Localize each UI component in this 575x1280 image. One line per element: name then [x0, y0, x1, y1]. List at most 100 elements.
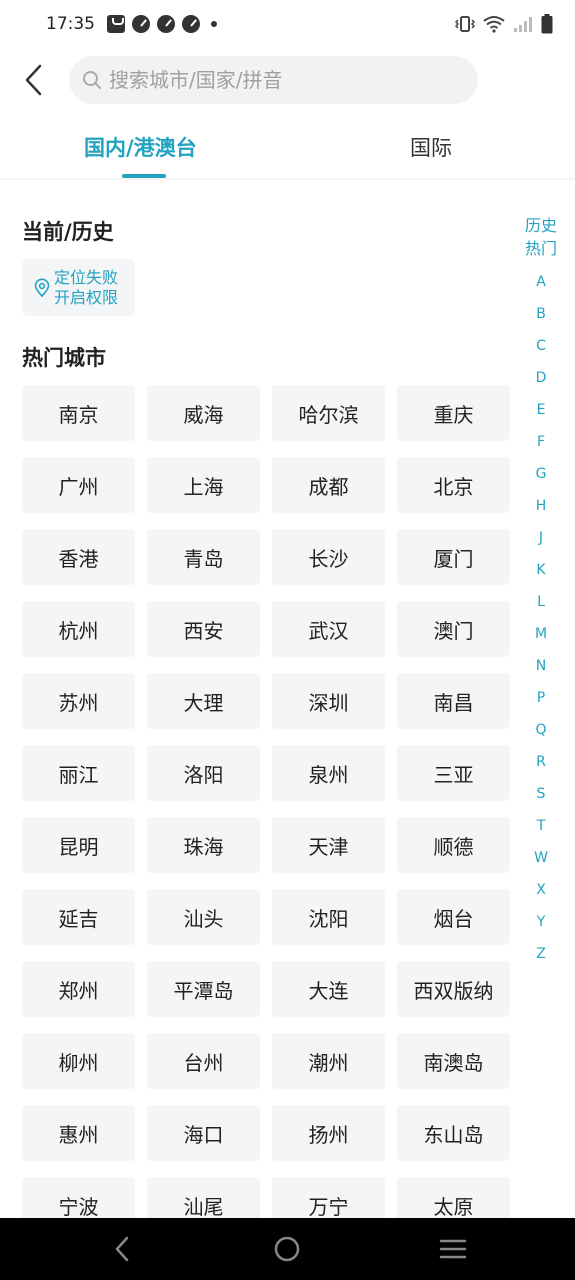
index-letter[interactable]: M — [535, 618, 547, 650]
city-button[interactable]: 重庆 — [397, 385, 510, 441]
hot-cities-title: 热门城市 — [22, 346, 106, 370]
locate-failed-label: 定位失败 — [54, 267, 119, 287]
index-letter[interactable]: X — [536, 874, 546, 906]
system-nav-bar — [0, 1218, 575, 1280]
index-letter[interactable]: B — [536, 298, 546, 330]
gauge-icon — [132, 15, 150, 33]
index-letter[interactable]: G — [536, 458, 547, 490]
city-button[interactable]: 三亚 — [397, 745, 510, 801]
enable-permission-label: 开启权限 — [54, 287, 119, 307]
city-button[interactable]: 香港 — [22, 529, 135, 585]
city-button[interactable]: 威海 — [147, 385, 260, 441]
city-button[interactable]: 南京 — [22, 385, 135, 441]
index-letter[interactable]: H — [536, 490, 547, 522]
index-letter[interactable]: K — [536, 554, 545, 586]
city-button[interactable]: 扬州 — [272, 1105, 385, 1161]
index-letter[interactable]: F — [537, 426, 545, 458]
city-button[interactable]: 厦门 — [397, 529, 510, 585]
index-letter[interactable]: T — [537, 810, 546, 842]
gauge-icon — [182, 15, 200, 33]
city-button[interactable]: 南昌 — [397, 673, 510, 729]
index-letter[interactable]: Q — [535, 714, 546, 746]
locate-permission-button[interactable]: 定位失败 开启权限 — [22, 259, 135, 316]
city-button[interactable]: 郑州 — [22, 961, 135, 1017]
shopping-bag-icon — [107, 15, 125, 33]
system-icons — [455, 14, 553, 34]
index-letter[interactable]: A — [536, 266, 546, 298]
city-button[interactable]: 潮州 — [272, 1033, 385, 1089]
city-button[interactable]: 柳州 — [22, 1033, 135, 1089]
status-time: 17:35 — [46, 14, 95, 34]
city-button[interactable]: 北京 — [397, 457, 510, 513]
index-letter[interactable]: N — [536, 650, 546, 682]
city-button[interactable]: 平潭岛 — [147, 961, 260, 1017]
index-letter[interactable]: L — [537, 586, 545, 618]
index-letter[interactable]: W — [534, 842, 548, 874]
nav-home-button[interactable] — [270, 1232, 304, 1266]
nav-recents-button[interactable] — [436, 1232, 470, 1266]
city-button[interactable]: 惠州 — [22, 1105, 135, 1161]
vibrate-icon — [455, 16, 475, 32]
city-button[interactable]: 上海 — [147, 457, 260, 513]
city-button[interactable]: 大连 — [272, 961, 385, 1017]
index-letter[interactable]: J — [539, 522, 543, 554]
city-button[interactable]: 台州 — [147, 1033, 260, 1089]
city-button[interactable]: 杭州 — [22, 601, 135, 657]
city-button[interactable]: 武汉 — [272, 601, 385, 657]
city-button[interactable]: 南澳岛 — [397, 1033, 510, 1089]
alphabet-index: 历史 热门 ABCDEFGHJKLMNPQRSTWXYZ — [521, 214, 561, 970]
city-button[interactable]: 深圳 — [272, 673, 385, 729]
tab-international[interactable]: 国际 — [410, 132, 452, 162]
city-button[interactable]: 成都 — [272, 457, 385, 513]
history-section-title: 当前/历史 — [22, 220, 114, 244]
city-button[interactable]: 天津 — [272, 817, 385, 873]
city-button[interactable]: 大理 — [147, 673, 260, 729]
tab-bar: 国内/港澳台 国际 — [0, 120, 575, 178]
city-button[interactable]: 西双版纳 — [397, 961, 510, 1017]
search-input[interactable] — [109, 68, 449, 92]
city-button[interactable]: 西安 — [147, 601, 260, 657]
index-letter[interactable]: S — [537, 778, 546, 810]
city-button[interactable]: 青岛 — [147, 529, 260, 585]
city-button[interactable]: 汕头 — [147, 889, 260, 945]
city-button[interactable]: 泉州 — [272, 745, 385, 801]
index-letter[interactable]: R — [536, 746, 546, 778]
index-letters: ABCDEFGHJKLMNPQRSTWXYZ — [534, 266, 548, 970]
tab-domestic[interactable]: 国内/港澳台 — [84, 132, 197, 162]
city-button[interactable]: 长沙 — [272, 529, 385, 585]
nav-back-button[interactable] — [105, 1232, 139, 1266]
battery-icon — [541, 14, 553, 34]
city-button[interactable]: 沈阳 — [272, 889, 385, 945]
city-button[interactable]: 东山岛 — [397, 1105, 510, 1161]
city-button[interactable]: 顺德 — [397, 817, 510, 873]
index-letter[interactable]: P — [537, 682, 545, 714]
index-letter[interactable]: E — [537, 394, 546, 426]
nav-menu-icon — [439, 1239, 467, 1259]
city-button[interactable]: 洛阳 — [147, 745, 260, 801]
divider — [0, 178, 575, 180]
status-bar: 17:35 — [0, 0, 575, 48]
city-button[interactable]: 昆明 — [22, 817, 135, 873]
index-history[interactable]: 历史 — [525, 214, 557, 237]
nav-back-icon — [115, 1236, 129, 1262]
city-button[interactable]: 海口 — [147, 1105, 260, 1161]
city-button[interactable]: 珠海 — [147, 817, 260, 873]
city-button[interactable]: 苏州 — [22, 673, 135, 729]
index-hot[interactable]: 热门 — [525, 237, 557, 260]
header — [0, 48, 575, 112]
city-button[interactable]: 广州 — [22, 457, 135, 513]
index-letter[interactable]: D — [536, 362, 547, 394]
city-button[interactable]: 澳门 — [397, 601, 510, 657]
search-icon — [81, 69, 103, 91]
gauge-icon — [157, 15, 175, 33]
back-button[interactable] — [16, 60, 52, 100]
index-letter[interactable]: Y — [537, 906, 546, 938]
city-button[interactable]: 丽江 — [22, 745, 135, 801]
more-dot-icon — [211, 21, 217, 27]
index-letter[interactable]: Z — [536, 938, 546, 970]
city-button[interactable]: 延吉 — [22, 889, 135, 945]
search-bar[interactable] — [69, 56, 478, 104]
city-button[interactable]: 哈尔滨 — [272, 385, 385, 441]
index-letter[interactable]: C — [536, 330, 546, 362]
city-button[interactable]: 烟台 — [397, 889, 510, 945]
